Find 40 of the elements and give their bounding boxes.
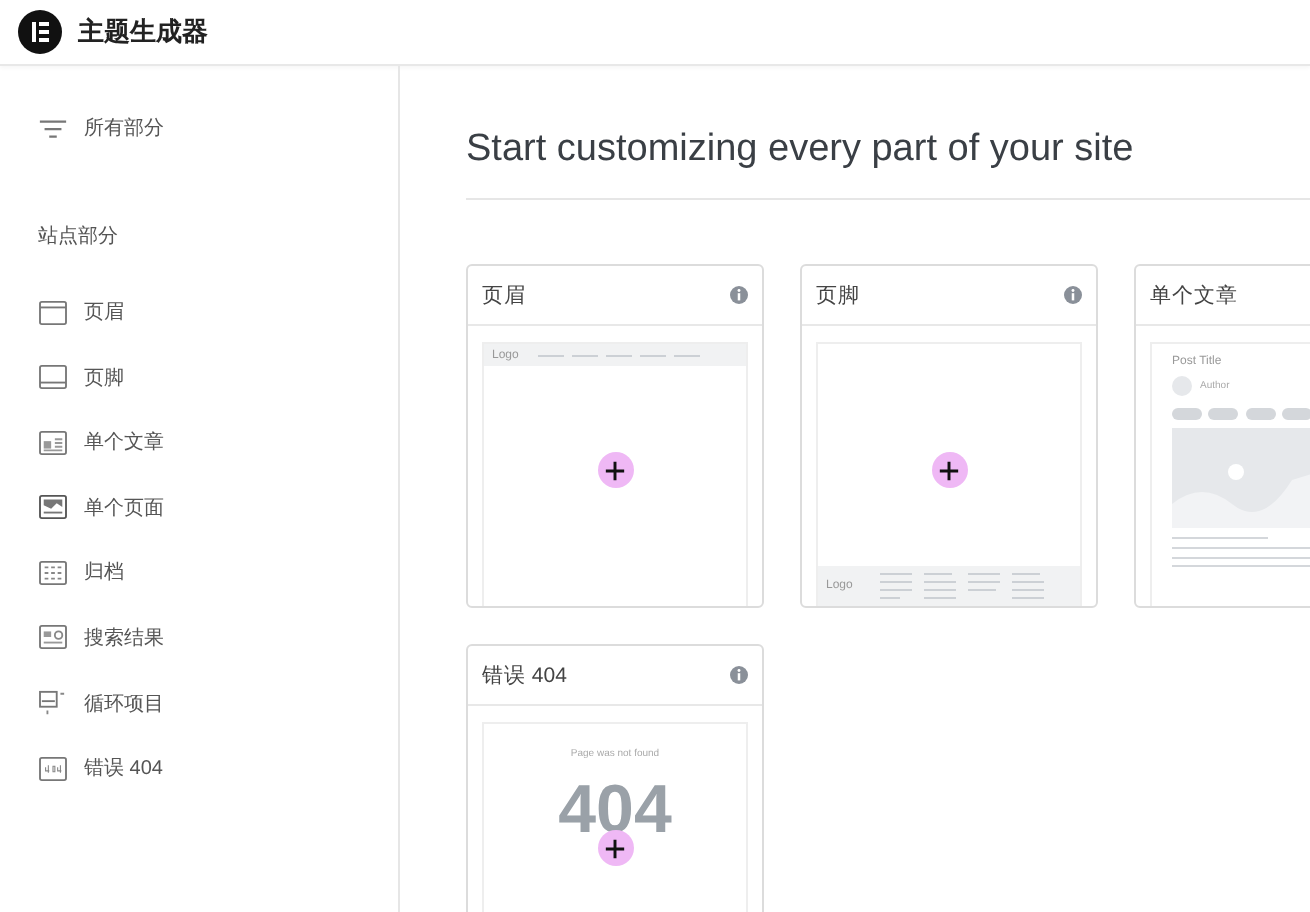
grid-icon xyxy=(38,559,68,586)
all-parts-item[interactable]: 所有部分 xyxy=(38,110,398,146)
card-title: 错误 404 xyxy=(482,661,567,689)
sidebar-item[interactable]: 页眉 xyxy=(38,294,398,330)
app-title: 主题生成器 xyxy=(78,14,208,50)
sidebar-item[interactable]: 归档 xyxy=(38,554,398,591)
card-title: 页眉 xyxy=(482,281,526,309)
text-lines-drawing xyxy=(1172,536,1310,568)
footer-layout-icon xyxy=(38,364,68,391)
add-button[interactable] xyxy=(931,452,967,488)
avatar-icon xyxy=(1172,376,1192,396)
search-layout-icon xyxy=(38,624,68,651)
sidebar-item[interactable]: 页脚 xyxy=(38,359,398,396)
plus-icon xyxy=(604,837,626,859)
info-icon[interactable] xyxy=(1064,286,1082,304)
image-placeholder xyxy=(1172,428,1310,528)
add-button[interactable] xyxy=(597,830,633,866)
card-title: 单个文章 xyxy=(1150,281,1238,309)
error-code: 404 xyxy=(556,776,674,844)
plus-icon xyxy=(604,459,626,481)
error-page-icon xyxy=(38,755,68,782)
section-title: 站点部分 xyxy=(38,223,120,250)
sidebar-item[interactable]: 单个文章 xyxy=(38,424,398,461)
sidebar-item[interactable]: 单个页面 xyxy=(38,489,398,526)
post-layout-icon xyxy=(38,429,68,456)
tags-drawing xyxy=(1172,408,1310,420)
add-button[interactable] xyxy=(597,452,633,488)
card-title: 页脚 xyxy=(816,281,860,309)
plus-icon xyxy=(938,459,960,481)
sidebar-item[interactable]: 搜索结果 xyxy=(38,619,398,656)
filter-icon xyxy=(38,115,68,141)
loop-item-icon xyxy=(38,690,68,717)
logo-icon xyxy=(18,10,62,54)
page-heading: Start customizing every part of your site xyxy=(466,128,1310,200)
info-icon[interactable] xyxy=(730,286,748,304)
header-layout-icon xyxy=(38,299,68,325)
page-layout-icon xyxy=(38,494,68,521)
info-icon[interactable] xyxy=(730,666,748,684)
sidebar-item[interactable]: 循环项目 xyxy=(38,685,398,722)
sidebar-item[interactable]: 错误 404 xyxy=(38,750,398,787)
